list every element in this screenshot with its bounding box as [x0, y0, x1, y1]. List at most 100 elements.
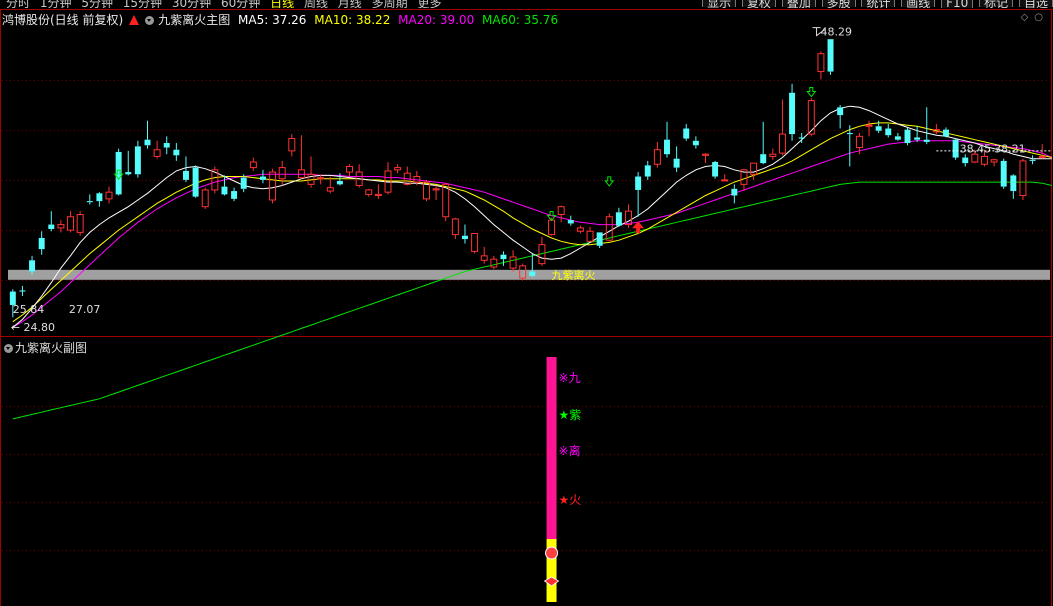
- candle-body: [904, 129, 911, 144]
- candle-body: [269, 171, 277, 201]
- candle-body: [855, 135, 863, 148]
- price-label-right-1: 38.45: [960, 142, 992, 155]
- candle: [67, 211, 75, 233]
- candle-body: [48, 224, 55, 230]
- candle-body: [115, 151, 122, 195]
- candle-body: [326, 187, 334, 192]
- candle-body: [778, 133, 786, 154]
- candle-body: [548, 219, 556, 236]
- sub-indicator-name: 九紫离火副图: [15, 341, 88, 355]
- candle-body: [38, 237, 45, 250]
- candle: [1000, 158, 1007, 189]
- candle: [96, 192, 103, 207]
- candle: [480, 246, 488, 264]
- candle: [576, 225, 584, 234]
- candle: [173, 143, 180, 161]
- price-label-low-right: 27.07: [69, 303, 101, 316]
- candle-body: [346, 165, 354, 173]
- candle-body: [221, 186, 228, 195]
- ma20-value: MA20: 39.00: [398, 13, 475, 27]
- sub-legend: 九紫离火副图: [2, 339, 87, 356]
- candle-body: [1000, 160, 1007, 187]
- candle: [471, 232, 479, 254]
- candle: [307, 156, 315, 188]
- ball-icon: [545, 546, 559, 560]
- candle-body: [163, 143, 170, 148]
- candle: [596, 232, 603, 249]
- candle-body: [394, 167, 402, 171]
- candle: [182, 156, 189, 183]
- candle-body: [288, 138, 296, 152]
- indicator-name: 九紫离火主图: [158, 13, 231, 27]
- ma20-line: [12, 140, 1053, 328]
- candle: [384, 162, 392, 195]
- candle-body: [914, 137, 921, 140]
- candle: [952, 138, 959, 160]
- support-band: [8, 269, 1050, 280]
- candle-body: [105, 191, 113, 200]
- candle: [615, 207, 622, 227]
- candle-body: [76, 214, 84, 233]
- candle-body: [297, 169, 305, 179]
- ma10-line: [12, 122, 1052, 323]
- kline-chart[interactable]: 27.07 ← 24.80 25.84 48.29 38.45 38.21 九紫离火 ※九 ★紫…: [0, 0, 1053, 606]
- candle-body: [19, 290, 26, 292]
- candle: [365, 188, 373, 197]
- candle: [760, 121, 767, 165]
- signal-marker-label: ※九: [559, 371, 581, 385]
- candle: [451, 217, 459, 240]
- ma60-value: MA60: 35.76: [482, 13, 559, 27]
- candle-body: [971, 153, 979, 163]
- main-legend: 鸿博股份(日线 前复权) 九紫离火主图 MA5: 37.26 MA10: 38.2…: [2, 11, 562, 27]
- candle-body: [57, 224, 65, 229]
- candle: [683, 124, 690, 141]
- candle-body: [249, 161, 257, 169]
- candle-body: [653, 149, 661, 165]
- candle-body: [894, 136, 901, 140]
- candle-body: [923, 139, 930, 142]
- candle: [1029, 155, 1036, 165]
- ma10-value: MA10: 38.22: [314, 13, 391, 27]
- indicator-dropdown-icon[interactable]: [145, 16, 155, 25]
- candle: [943, 127, 949, 138]
- candle: [653, 141, 661, 168]
- candle-body: [1019, 160, 1027, 197]
- candle: [962, 154, 969, 167]
- candle: [134, 140, 141, 178]
- candle-body: [96, 193, 103, 202]
- candle-body: [29, 260, 36, 272]
- candle-body: [529, 271, 536, 276]
- candle: [490, 255, 498, 270]
- candle-body: [692, 140, 699, 146]
- candle: [288, 134, 296, 157]
- candle: [837, 105, 844, 129]
- candle: [1019, 158, 1027, 200]
- candle: [76, 211, 84, 236]
- candle-body: [201, 189, 209, 208]
- candle-body: [471, 232, 479, 252]
- candle: [163, 136, 170, 155]
- candle: [923, 107, 930, 145]
- candle: [249, 157, 257, 171]
- green-arrow-icon: [604, 176, 615, 187]
- candle: [778, 99, 786, 156]
- up-arrow-icon: [129, 15, 140, 25]
- candle: [231, 187, 238, 202]
- candle-body: [153, 149, 161, 157]
- candle-body: [144, 139, 151, 146]
- candle-body: [173, 149, 180, 156]
- candle-body: [837, 107, 844, 116]
- candle: [990, 158, 998, 167]
- candle-body: [701, 153, 709, 156]
- candle-body: [586, 230, 594, 242]
- candle: [394, 164, 402, 174]
- candle-body: [596, 232, 603, 246]
- signal-marker-label: ★紫: [559, 408, 582, 422]
- candle: [914, 126, 921, 142]
- candle-body: [885, 128, 892, 136]
- panel-controls[interactable]: ◇○: [1021, 12, 1049, 23]
- candle: [635, 172, 642, 217]
- candle: [846, 125, 853, 167]
- candle: [904, 127, 911, 146]
- sub-indicator-dropdown-icon[interactable]: [4, 344, 13, 353]
